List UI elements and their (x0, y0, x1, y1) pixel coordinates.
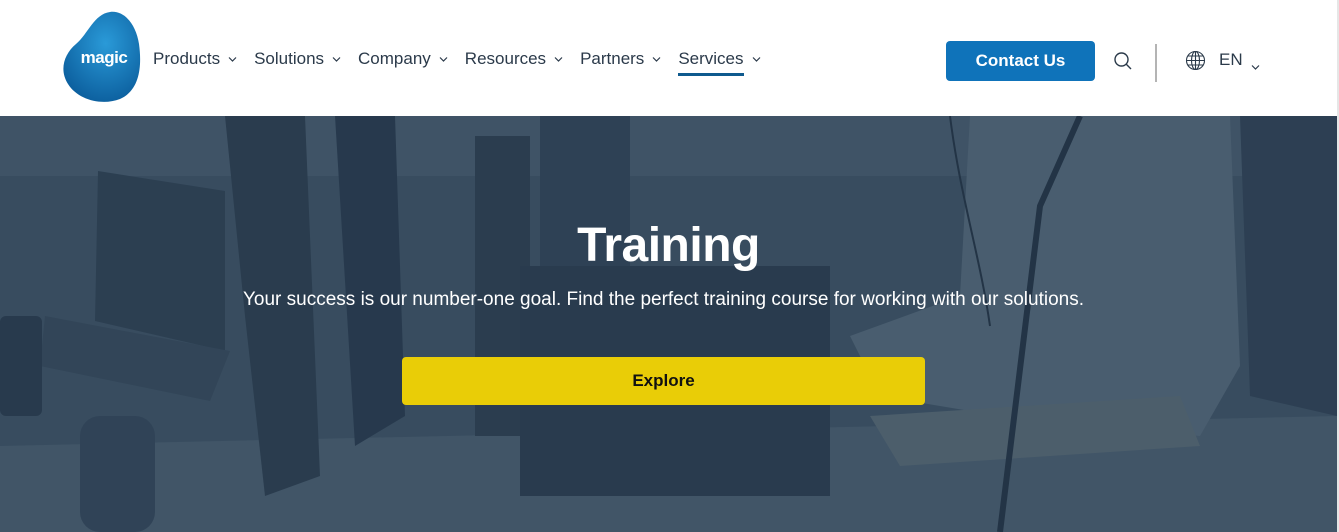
nav-label: Resources (464, 49, 547, 68)
nav-item-partners[interactable]: Partners (580, 46, 662, 72)
nav-item-products[interactable]: Products (153, 46, 238, 72)
nav-label: Company (358, 49, 431, 68)
hero-subtitle: Your success is our number-one goal. Fin… (242, 289, 1084, 310)
hero-section (0, 116, 1337, 532)
chevron-down-icon (227, 55, 238, 63)
globe-icon[interactable] (1185, 50, 1206, 71)
nav-item-solutions[interactable]: Solutions (254, 46, 342, 72)
chevron-down-icon (553, 55, 564, 63)
logo-text: magic (80, 48, 128, 67)
chevron-down-icon (331, 55, 342, 63)
chevron-down-icon (651, 55, 662, 63)
nav-item-resources[interactable]: Resources (465, 46, 564, 72)
nav-label: Solutions (254, 49, 325, 68)
nav-label: Partners (580, 49, 645, 68)
chevron-down-icon (1250, 56, 1261, 70)
hero-title: Training (577, 219, 760, 272)
site-header: magic Products Solutions Company Resourc… (0, 0, 1337, 116)
header-divider (1155, 44, 1157, 82)
main-nav: Products Solutions Company Resources Par… (153, 46, 778, 76)
hero-background-image (0, 116, 1337, 532)
chevron-down-icon (751, 55, 762, 63)
chevron-down-icon (438, 55, 449, 63)
nav-item-services[interactable]: Services (678, 46, 762, 76)
magic-logo[interactable]: magic (62, 10, 142, 102)
contact-us-button[interactable]: Contact Us (946, 41, 1095, 81)
search-icon[interactable] (1113, 51, 1133, 71)
nav-item-company[interactable]: Company (358, 46, 449, 72)
language-selector[interactable]: EN (1219, 49, 1261, 71)
nav-label: Products (153, 49, 221, 68)
nav-label: Services (678, 49, 744, 76)
language-label: EN (1219, 50, 1243, 69)
explore-button[interactable]: Explore (402, 357, 925, 405)
